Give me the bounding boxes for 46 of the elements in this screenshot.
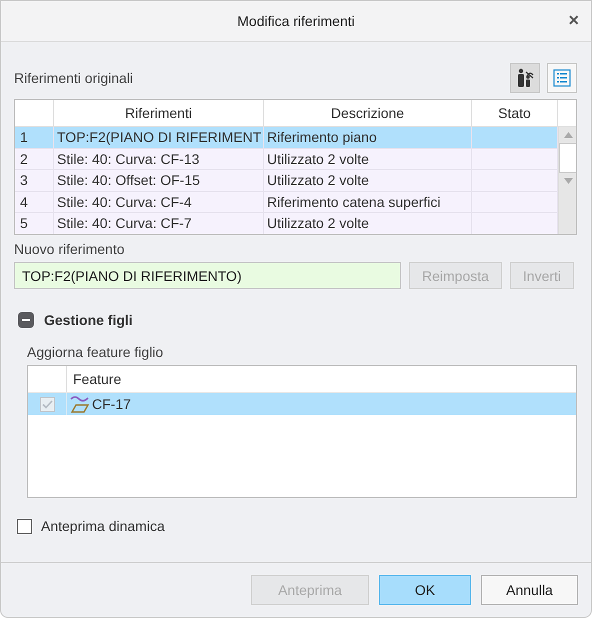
people-icon: [515, 68, 535, 88]
checkbox-label: Anteprima dinamica: [41, 518, 165, 534]
table-row[interactable]: CF-17: [28, 393, 576, 415]
row-number: 3: [15, 170, 54, 190]
checkbox[interactable]: [40, 396, 54, 412]
collapse-icon[interactable]: [18, 312, 34, 328]
table-cell: Riferimento catena superfici: [264, 192, 472, 212]
list-icon: [553, 69, 571, 87]
row-number: 4: [15, 192, 54, 212]
scrollbar[interactable]: [558, 127, 576, 234]
row-number: 5: [15, 213, 54, 234]
column-header: Stato: [472, 100, 558, 126]
dialog-button[interactable]: OK: [379, 575, 471, 605]
reference-field[interactable]: TOP:F2(PIANO DI RIFERIMENTO): [14, 262, 401, 289]
column-header: Feature: [72, 370, 122, 389]
close-button[interactable]: ×: [564, 10, 583, 31]
column-header: Descrizione: [264, 100, 472, 126]
scroll-up-icon[interactable]: [564, 132, 573, 138]
section-label: Aggiorna feature figlio: [27, 344, 164, 360]
table-row[interactable]: 5 Stile: 40: Curva: CF-7 Utilizzato 2 volte: [15, 213, 558, 234]
table-cell: Utilizzato 2 volte: [264, 148, 472, 169]
table-cell: CF-17: [92, 396, 131, 412]
table-cell: Stile: 40: Offset: OF-15: [54, 170, 264, 190]
table-row[interactable]: 1 TOP:F2(PIANO DI RIFERIMENT Riferimento piano: [15, 127, 558, 148]
table-cell: Stile: 40: Curva: CF-4: [54, 192, 264, 212]
table-cell: Utilizzato 2 volte: [264, 213, 472, 234]
toolbar-button[interactable]: [510, 63, 540, 93]
table-cell: TOP:F2(PIANO DI RIFERIMENT: [54, 127, 264, 148]
section-title: Gestione figli: [44, 312, 133, 328]
section-label: Riferimenti originali: [14, 70, 134, 86]
checkbox[interactable]: [17, 518, 32, 534]
table-cell: Stile: 40: Curva: CF-13: [54, 148, 264, 169]
row-number: 2: [15, 148, 54, 169]
table-row[interactable]: 2 Stile: 40: Curva: CF-13 Utilizzato 2 volte: [15, 148, 558, 170]
window-title: Modifica riferimenti: [237, 13, 355, 29]
curve-feature-icon: [70, 395, 90, 413]
dialog-button[interactable]: Annulla: [481, 575, 578, 605]
table-cell: Stile: 40: Curva: CF-7: [54, 213, 264, 234]
table-cell: Riferimento piano: [264, 127, 472, 148]
table-row[interactable]: 4 Stile: 40: Curva: CF-4 Riferimento catena superfici: [15, 192, 558, 213]
table-cell: Utilizzato 2 volte: [264, 170, 472, 190]
row-number: 1: [15, 127, 54, 148]
field-label: Nuovo riferimento: [14, 241, 126, 257]
table-row[interactable]: 3 Stile: 40: Offset: OF-15 Utilizzato 2 volte: [15, 170, 558, 192]
column-header: Riferimenti: [54, 100, 264, 126]
scroll-down-icon[interactable]: [564, 178, 573, 184]
